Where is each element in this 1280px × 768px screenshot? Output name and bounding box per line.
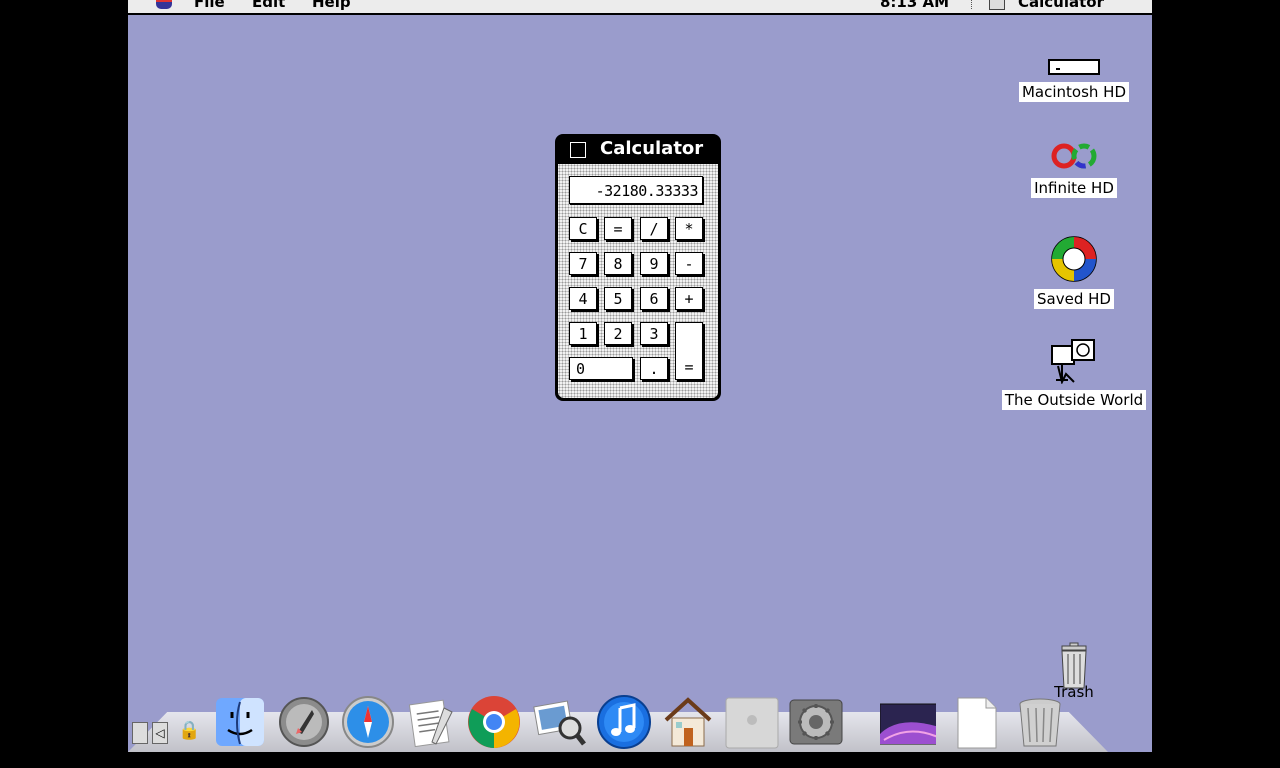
dock-back-icon[interactable]: ◁ [152, 722, 168, 744]
desktop-icon-label: Macintosh HD [1018, 82, 1130, 102]
desktop-icon-saved-hd[interactable]: Saved HD [1018, 235, 1130, 309]
key-7[interactable]: 7 [569, 252, 597, 275]
key-equals-top[interactable]: = [604, 217, 632, 240]
desktop-picture-icon[interactable] [880, 694, 936, 750]
menu-clock[interactable]: 8:13 AM [880, 0, 949, 11]
key-3[interactable]: 3 [640, 322, 668, 345]
system-preferences-icon[interactable] [788, 694, 844, 750]
home-icon[interactable] [660, 694, 716, 750]
key-clear[interactable]: C [569, 217, 597, 240]
key-divide[interactable]: / [640, 217, 668, 240]
calculator-app-icon[interactable] [989, 0, 1005, 10]
apple-menu-icon[interactable] [156, 0, 172, 9]
menu-help[interactable]: Help [312, 0, 351, 11]
desktop[interactable]: File Edit Help 8:13 AM Calculator Calcul… [128, 0, 1152, 752]
calculator-display: -32180.33333 [569, 176, 703, 204]
dock-left-controls[interactable]: ◁ 🔒 [130, 716, 210, 748]
key-9[interactable]: 9 [640, 252, 668, 275]
chrome-icon[interactable] [466, 694, 522, 750]
infinite-hd-icon [1051, 143, 1097, 169]
document-icon[interactable] [948, 694, 1004, 750]
desktop-icon-macintosh-hd[interactable]: Macintosh HD [1018, 58, 1130, 102]
network-icon [1051, 339, 1095, 385]
desktop-icon-infinite-hd[interactable]: Infinite HD [1018, 140, 1130, 198]
key-equals[interactable]: = [675, 322, 703, 380]
finder-icon[interactable] [212, 694, 268, 750]
lifebuoy-icon [1051, 236, 1097, 282]
key-plus[interactable]: + [675, 287, 703, 310]
mac-pro-icon[interactable] [724, 694, 780, 750]
key-minus[interactable]: - [675, 252, 703, 275]
itunes-icon[interactable] [596, 694, 652, 750]
lock-icon[interactable]: 🔒 [178, 720, 200, 744]
desktop-icon-label: Infinite HD [1031, 178, 1117, 198]
key-0[interactable]: 0 [569, 357, 633, 380]
key-4[interactable]: 4 [569, 287, 597, 310]
window-title: Calculator [600, 138, 704, 159]
calculator-title-bar[interactable]: Calculator [555, 134, 721, 164]
key-decimal[interactable]: . [640, 357, 668, 380]
dock-scroll-icon[interactable] [132, 722, 148, 744]
desktop-icon-trash[interactable]: Trash [1028, 642, 1120, 702]
key-8[interactable]: 8 [604, 252, 632, 275]
preview-icon[interactable] [532, 694, 588, 750]
hard-drive-icon [1048, 59, 1100, 75]
menu-separator [971, 0, 974, 9]
key-1[interactable]: 1 [569, 322, 597, 345]
menu-bar: File Edit Help 8:13 AM Calculator [128, 0, 1152, 15]
menu-file[interactable]: File [194, 0, 225, 11]
textedit-icon[interactable] [404, 694, 460, 750]
close-box-icon[interactable] [570, 142, 586, 158]
calculator-body: -32180.33333 C = / * 7 8 9 - 4 5 6 + 1 2… [558, 164, 718, 398]
key-6[interactable]: 6 [640, 287, 668, 310]
desktop-icon-label: Saved HD [1034, 289, 1114, 309]
key-5[interactable]: 5 [604, 287, 632, 310]
desktop-icon-outside-world[interactable]: The Outside World [1000, 336, 1148, 410]
key-2[interactable]: 2 [604, 322, 632, 345]
calculator-window: Calculator -32180.33333 C = / * 7 8 9 - … [555, 134, 721, 401]
safari-icon[interactable] [340, 694, 396, 750]
key-multiply[interactable]: * [675, 217, 703, 240]
dock-trash-icon[interactable] [1012, 694, 1068, 750]
desktop-icon-label: The Outside World [1001, 390, 1147, 410]
application-menu[interactable]: Calculator [1018, 0, 1104, 11]
launchpad-icon[interactable] [276, 694, 332, 750]
menu-edit[interactable]: Edit [252, 0, 285, 11]
